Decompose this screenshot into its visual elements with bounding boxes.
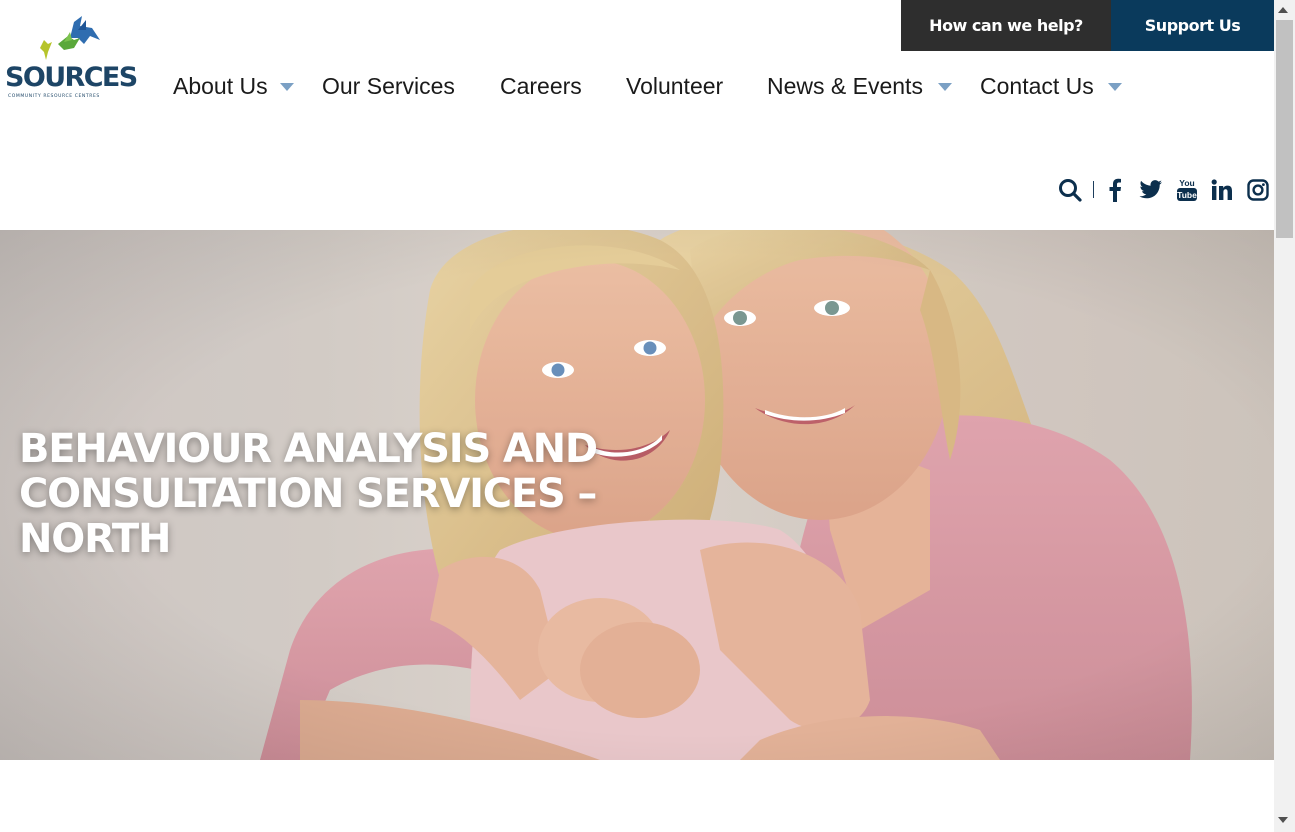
news-events-caret-icon[interactable]: [938, 83, 952, 91]
facebook-icon[interactable]: [1102, 176, 1128, 204]
scroll-down-arrow-icon[interactable]: [1278, 817, 1288, 823]
search-icon[interactable]: [1057, 176, 1083, 204]
twitter-icon[interactable]: [1138, 176, 1164, 204]
contact-us-caret-icon[interactable]: [1108, 83, 1122, 91]
nav-volunteer[interactable]: Volunteer: [626, 72, 723, 102]
page: How can we help? Support Us SOURCES COMM…: [0, 0, 1274, 832]
nav-careers[interactable]: Careers: [500, 72, 582, 102]
nav-news-events[interactable]: News & Events: [767, 72, 923, 102]
linkedin-icon[interactable]: [1209, 176, 1235, 204]
scrollbar-thumb[interactable]: [1276, 20, 1293, 238]
nav-our-services[interactable]: Our Services: [322, 72, 455, 102]
sources-logo[interactable]: SOURCES COMMUNITY RESOURCE CENTRES: [4, 14, 138, 100]
youtube-icon[interactable]: You Tube: [1174, 176, 1200, 204]
hero-title: BEHAVIOUR ANALYSIS AND CONSULTATION SERV…: [19, 426, 598, 562]
search-divider: [1093, 181, 1094, 198]
svg-text:You: You: [1179, 178, 1194, 188]
hero-banner: BEHAVIOUR ANALYSIS AND CONSULTATION SERV…: [0, 230, 1274, 760]
scroll-up-arrow-icon[interactable]: [1278, 7, 1288, 13]
logo-wordmark: SOURCES: [5, 62, 138, 93]
about-us-caret-icon[interactable]: [280, 83, 294, 91]
nav-about-us[interactable]: About Us: [173, 72, 268, 102]
support-us-button[interactable]: Support Us: [1111, 0, 1274, 51]
svg-text:Tube: Tube: [1177, 190, 1197, 200]
how-can-we-help-button[interactable]: How can we help?: [901, 0, 1111, 51]
logo-birds-icon: [40, 16, 100, 60]
instagram-icon[interactable]: [1245, 176, 1271, 204]
nav-contact-us[interactable]: Contact Us: [980, 72, 1094, 102]
logo-tagline: COMMUNITY RESOURCE CENTRES: [8, 94, 100, 99]
